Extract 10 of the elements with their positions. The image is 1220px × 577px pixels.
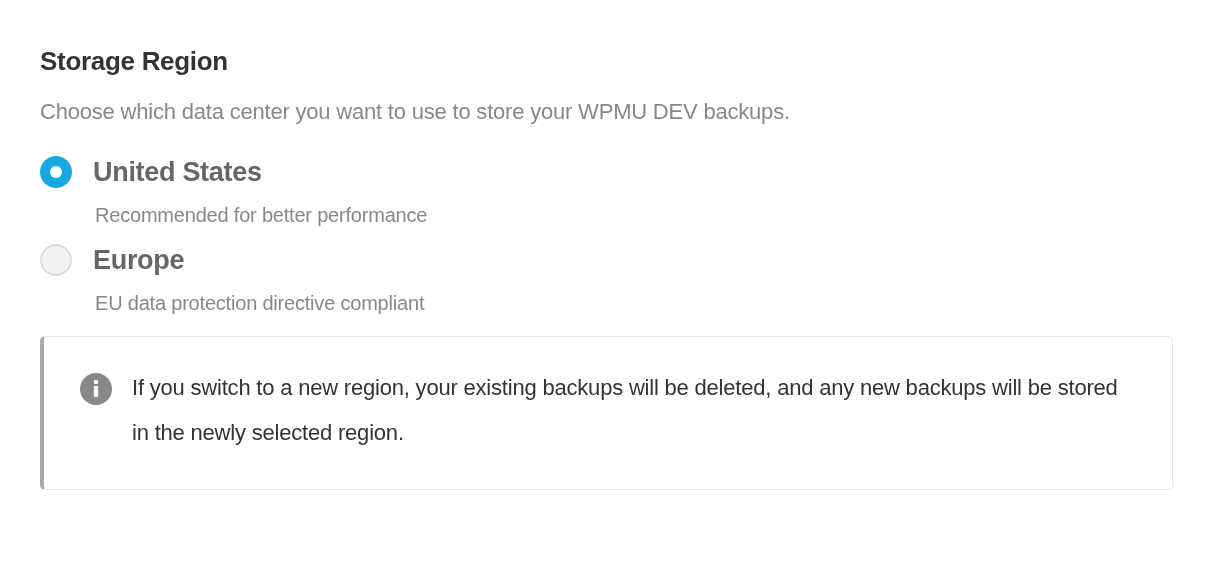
radio-button[interactable] [40, 244, 72, 276]
region-description: Recommended for better performance [95, 203, 428, 228]
section-description: Choose which data center you want to use to store your WPMU DEV backups. [40, 98, 791, 126]
region-label[interactable]: United States [93, 154, 262, 190]
region-description: EU data protection directive compliant [95, 291, 425, 316]
notice-text: If you switch to a new region, your existing backups will be deleted, and any new backups will be stored in the newly selected region. [132, 374, 1119, 447]
region-label[interactable]: Europe [93, 242, 185, 278]
section-title: Storage Region [40, 45, 229, 78]
info-icon [80, 373, 112, 405]
radio-button[interactable] [40, 156, 72, 188]
